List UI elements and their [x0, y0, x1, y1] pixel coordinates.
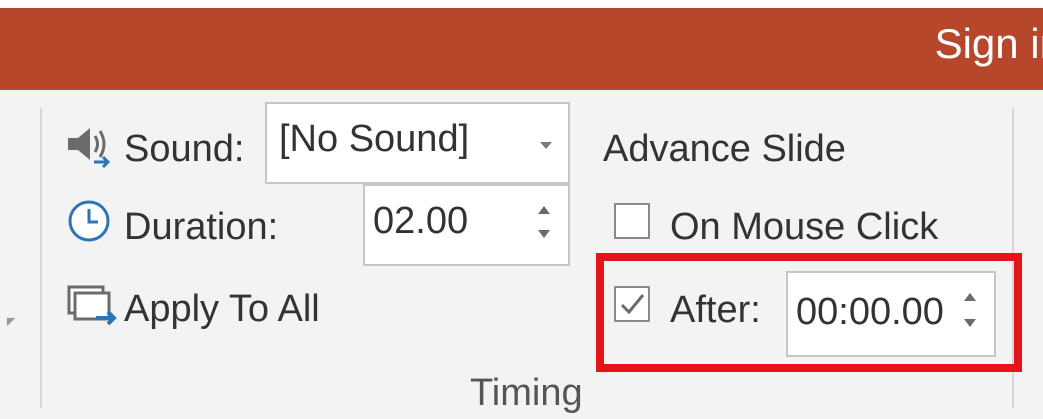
clock-icon — [68, 200, 110, 242]
apply-to-all-button[interactable]: Apply To All — [62, 274, 352, 338]
duration-label: Duration: — [124, 206, 279, 248]
sound-dropdown[interactable]: [No Sound] — [265, 102, 570, 184]
sign-in-link[interactable]: Sign in — [935, 20, 1043, 68]
apply-to-all-label: Apply To All — [124, 288, 320, 330]
duration-spinner[interactable]: 02.00 — [363, 184, 570, 266]
timing-group-label: Timing — [470, 372, 583, 414]
on-mouse-click-checkbox[interactable] — [614, 203, 650, 239]
apply-to-all-icon — [67, 285, 117, 326]
title-bar: Sign in — [0, 0, 1043, 90]
spin-down-icon[interactable] — [538, 230, 550, 238]
title-bar-top-edge — [0, 0, 1043, 8]
on-mouse-click-label[interactable]: On Mouse Click — [670, 206, 938, 249]
spin-up-icon[interactable] — [538, 206, 550, 214]
sound-label: Sound: — [124, 128, 245, 170]
left-separator — [40, 108, 42, 408]
ribbon-scroll-left-icon[interactable] — [2, 313, 16, 327]
chevron-down-icon[interactable] — [540, 142, 552, 149]
sound-dropdown-value: [No Sound] — [279, 118, 470, 160]
duration-value[interactable]: 02.00 — [373, 200, 468, 243]
speaker-icon — [68, 128, 111, 169]
advance-slide-title: Advance Slide — [603, 128, 846, 170]
highlight-box — [596, 253, 1022, 372]
